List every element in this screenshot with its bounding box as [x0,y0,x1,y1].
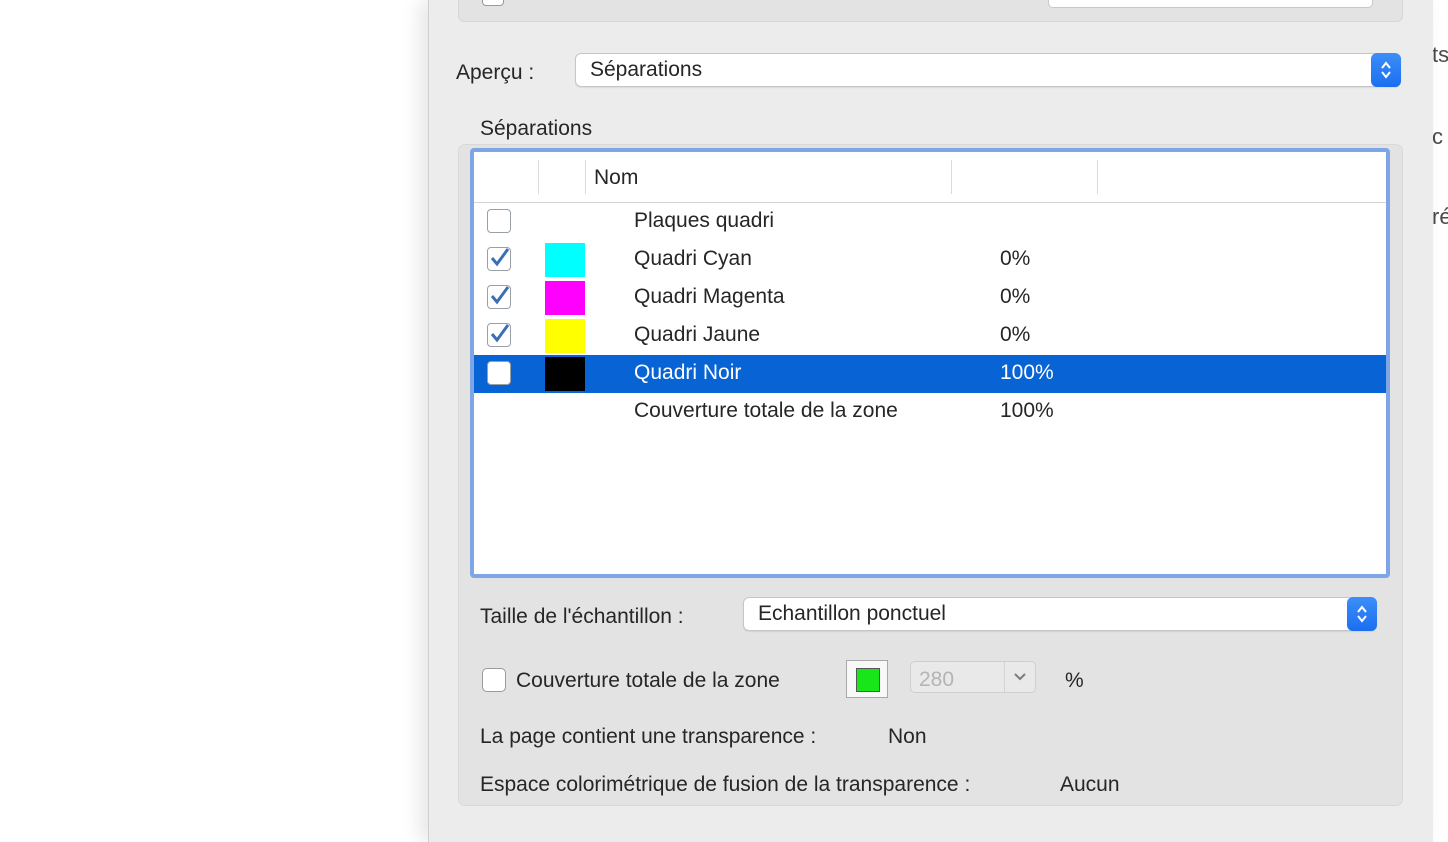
coverage-value: 280 [919,668,955,691]
table-row[interactable]: Plaques quadri [474,203,1386,241]
plate-name: Couverture totale de la zone [634,399,898,422]
plate-percent: 0% [1000,323,1031,346]
color-swatch [545,281,585,315]
plate-name: Quadri Jaune [634,323,761,346]
column-separator [1097,160,1098,194]
plate-name: Quadri Magenta [634,285,785,308]
table-row[interactable]: Quadri Jaune 0% [474,317,1386,355]
table-header: Nom [474,152,1386,203]
table-row[interactable]: Couverture totale de la zone 100% [474,393,1386,431]
preview-popup[interactable]: Séparations [575,53,1401,87]
background-window-text: ré [1432,204,1448,229]
plate-checkbox[interactable] [487,247,511,271]
coverage-combo-box[interactable]: 280 [910,661,1036,693]
coverage-color-well[interactable] [846,660,888,698]
top-option-checkbox[interactable] [482,0,504,6]
column-header-name[interactable]: Nom [594,166,638,190]
separations-title: Séparations [480,117,593,140]
top-popup-button[interactable] [1048,0,1373,8]
background-window-text: ts [1432,42,1448,67]
plate-checkbox[interactable] [487,209,511,233]
blend-space-value: Aucun [1060,773,1120,796]
color-swatch [545,319,585,353]
checkmark-icon [490,286,510,305]
plate-percent: 100% [1000,361,1054,384]
preview-popup-value: Séparations [590,58,703,81]
checkmark-icon [490,248,510,267]
total-coverage-checkbox[interactable] [482,668,506,692]
color-swatch [545,243,585,277]
blend-space-label: Espace colorimétrique de fusion de la tr… [480,773,971,796]
sample-size-popup[interactable]: Echantillon ponctuel [743,597,1377,631]
total-coverage-label[interactable]: Couverture totale de la zone [516,669,780,693]
transparency-value: Non [888,725,927,748]
coverage-unit: % [1065,669,1084,692]
chevron-down-icon[interactable] [1004,662,1035,692]
table-row[interactable]: Quadri Magenta 0% [474,279,1386,317]
plate-percent: 0% [1000,285,1031,308]
plate-checkbox[interactable] [487,323,511,347]
transparency-label: La page contient une transparence : [480,725,817,748]
plate-checkbox[interactable] [487,285,511,309]
checkmark-icon [490,324,510,343]
popup-stepper-icon [1347,597,1377,631]
column-separator [951,160,952,194]
popup-stepper-icon [1371,53,1401,87]
background-window-text: c [1432,124,1443,149]
sample-size-label: Taille de l'échantillon : [480,605,684,628]
plate-percent: 100% [1000,399,1054,422]
column-separator [585,160,586,194]
color-swatch [545,357,585,391]
coverage-color-swatch [856,668,880,692]
plate-name: Quadri Noir [634,361,742,384]
separations-table[interactable]: Nom Plaques quadri Quadri Cyan 0% Quadri… [470,148,1390,578]
table-row-selected[interactable]: Quadri Noir 100% [474,355,1386,393]
preview-label: Aperçu : [456,61,535,84]
plate-name: Plaques quadri [634,209,775,232]
plate-percent: 0% [1000,247,1031,270]
table-row[interactable]: Quadri Cyan 0% [474,241,1386,279]
sample-size-value: Echantillon ponctuel [758,602,946,625]
plate-checkbox[interactable] [487,361,511,385]
column-separator [538,160,539,194]
plate-name: Quadri Cyan [634,247,752,270]
